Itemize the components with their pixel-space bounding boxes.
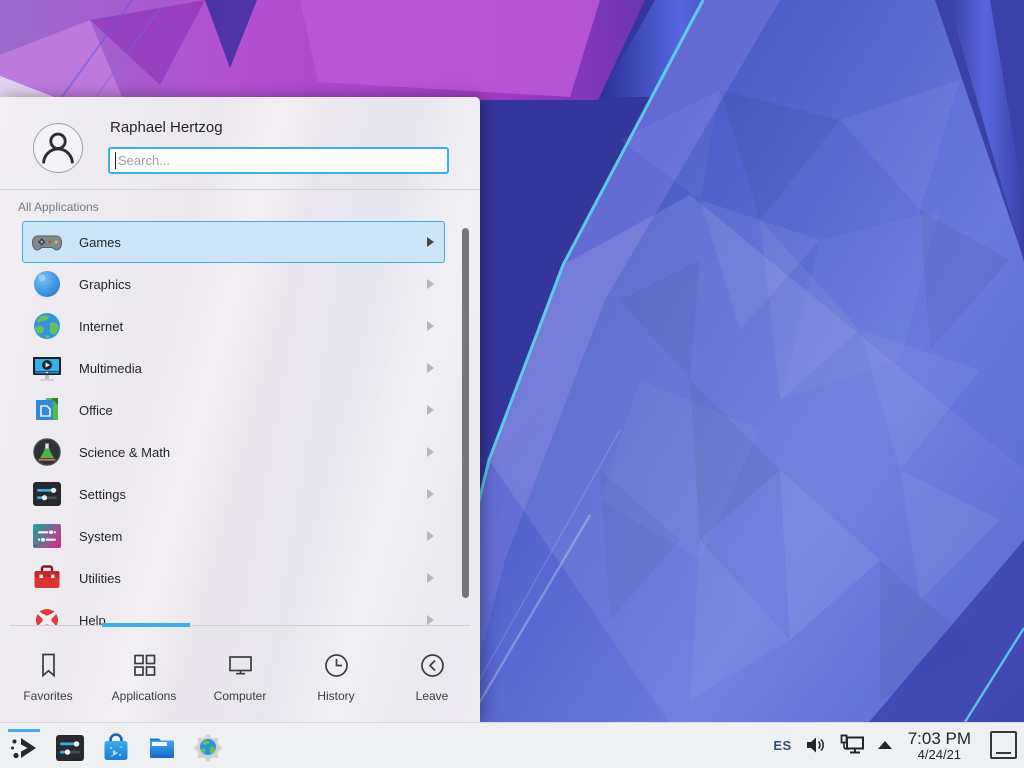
text-caret: [115, 152, 116, 169]
menu-item-settings[interactable]: Settings: [22, 473, 445, 515]
menu-item-label: System: [79, 529, 427, 544]
submenu-arrow-icon: [427, 447, 434, 457]
submenu-arrow-icon: [427, 405, 434, 415]
settings-icon: [31, 478, 63, 510]
system-settings-icon: [54, 732, 86, 764]
menu-item-help[interactable]: Help: [22, 599, 445, 625]
digital-clock[interactable]: 7:03 PM 4/24/21: [908, 730, 971, 761]
submenu-arrow-icon: [427, 237, 434, 247]
launcher-tabbar: Favorites Applications Computer: [0, 628, 480, 722]
taskbar-launchers: [8, 728, 224, 764]
desktop: Raphael Hertzog All Applications: [0, 0, 1024, 768]
tab-label: History: [317, 689, 354, 703]
menu-item-games[interactable]: Games: [22, 221, 445, 263]
monitor-icon: [226, 651, 255, 680]
tab-history[interactable]: History: [288, 628, 384, 722]
menu-item-label: Games: [79, 235, 427, 250]
folder-icon: [146, 732, 178, 764]
submenu-arrow-icon: [427, 531, 434, 541]
internet-icon: [31, 310, 63, 342]
bookmark-icon: [34, 651, 63, 680]
menu-item-label: Science & Math: [79, 445, 427, 460]
grid-icon: [130, 651, 159, 680]
clock-time: 7:03 PM: [908, 730, 971, 748]
menu-item-label: Internet: [79, 319, 427, 334]
menu-item-science-math[interactable]: Science & Math: [22, 431, 445, 473]
konqueror-browser-button[interactable]: [192, 728, 224, 764]
user-name: Raphael Hertzog: [110, 119, 223, 136]
volume-icon[interactable]: [805, 735, 826, 755]
submenu-arrow-icon: [427, 489, 434, 499]
search-box: [108, 147, 449, 174]
menu-item-graphics[interactable]: Graphics: [22, 263, 445, 305]
tab-computer[interactable]: Computer: [192, 628, 288, 722]
system-tray: ES 7:03 PM 4/24/21: [773, 730, 1017, 761]
leave-icon: [418, 651, 447, 680]
menu-item-utilities[interactable]: Utilities: [22, 557, 445, 599]
menu-item-multimedia[interactable]: Multimedia: [22, 347, 445, 389]
menu-item-system[interactable]: System: [22, 515, 445, 557]
application-category-list: Games Graphics: [0, 221, 480, 625]
list-scrollbar[interactable]: [462, 228, 469, 598]
tab-leave[interactable]: Leave: [384, 628, 480, 722]
clock-icon: [322, 651, 351, 680]
tab-label: Leave: [416, 689, 449, 703]
utilities-icon: [31, 562, 63, 594]
application-launcher-popup: Raphael Hertzog All Applications: [0, 97, 480, 722]
taskbar-panel: ES 7:03 PM 4/24/21: [0, 722, 1024, 768]
dolphin-file-manager-button[interactable]: [146, 728, 178, 764]
menu-item-label: Utilities: [79, 571, 427, 586]
submenu-arrow-icon: [427, 615, 434, 625]
network-icon[interactable]: [839, 734, 865, 756]
games-icon: [31, 226, 63, 258]
expand-tray-caret-icon[interactable]: [878, 741, 892, 749]
section-label: All Applications: [18, 200, 99, 214]
konqueror-icon: [192, 732, 224, 764]
menu-item-office[interactable]: Office: [22, 389, 445, 431]
system-settings-button[interactable]: [54, 728, 86, 764]
submenu-arrow-icon: [427, 321, 434, 331]
science-icon: [31, 436, 63, 468]
graphics-icon: [31, 268, 63, 300]
menu-item-label: Graphics: [79, 277, 427, 292]
keyboard-layout-indicator[interactable]: ES: [773, 738, 791, 753]
menu-item-internet[interactable]: Internet: [22, 305, 445, 347]
menu-item-label: Office: [79, 403, 427, 418]
clock-date: 4/24/21: [918, 748, 961, 762]
submenu-arrow-icon: [427, 573, 434, 583]
tabbar-separator: [10, 625, 470, 626]
tab-applications[interactable]: Applications: [96, 628, 192, 722]
submenu-arrow-icon: [427, 363, 434, 373]
active-tab-indicator: [102, 623, 190, 627]
tab-label: Applications: [112, 689, 177, 703]
system-icon: [31, 520, 63, 552]
active-app-indicator: [8, 729, 40, 732]
multimedia-icon: [31, 352, 63, 384]
tab-label: Computer: [214, 689, 267, 703]
show-desktop-button[interactable]: [990, 731, 1017, 759]
application-launcher-button[interactable]: [8, 728, 40, 764]
launcher-header: Raphael Hertzog: [0, 97, 480, 190]
discover-icon: [100, 732, 132, 764]
office-icon: [31, 394, 63, 426]
menu-item-label: Multimedia: [79, 361, 427, 376]
tab-favorites[interactable]: Favorites: [0, 628, 96, 722]
user-icon: [34, 124, 82, 172]
menu-item-label: Settings: [79, 487, 427, 502]
help-icon: [31, 604, 63, 625]
submenu-arrow-icon: [427, 279, 434, 289]
search-input[interactable]: [108, 147, 449, 174]
kickoff-icon: [8, 732, 40, 764]
discover-button[interactable]: [100, 728, 132, 764]
tab-label: Favorites: [23, 689, 72, 703]
user-avatar[interactable]: [33, 123, 83, 173]
